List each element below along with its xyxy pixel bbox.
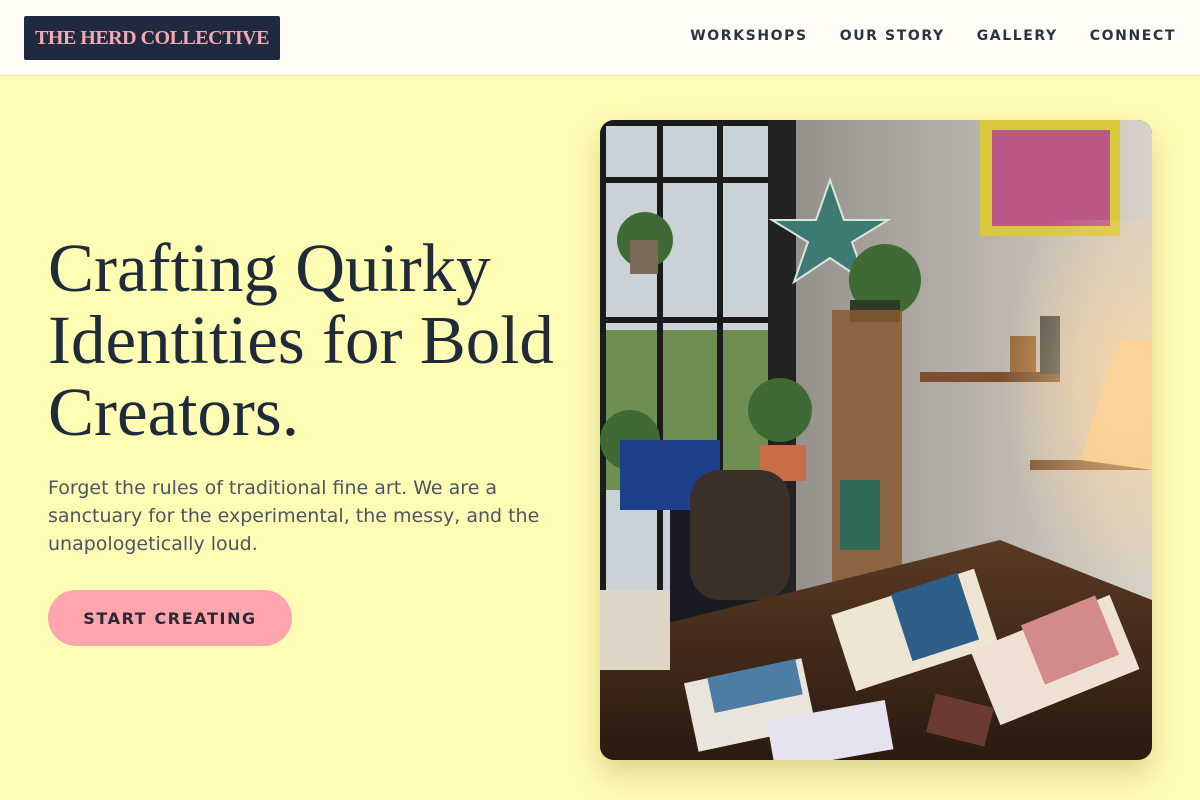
nav-link-connect[interactable]: CONNECT (1090, 28, 1176, 44)
nav-link-our-story[interactable]: OUR STORY (840, 28, 945, 44)
hero-heading: Crafting Quirky Identities for Bold Crea… (48, 230, 554, 450)
nav-link-workshops[interactable]: WORKSHOPS (690, 28, 807, 44)
studio-photo (600, 120, 1152, 760)
brand-logo[interactable]: THE HERD COLLECTIVE (24, 16, 280, 60)
hero-subtitle: Forget the rules of traditional fine art… (48, 477, 540, 555)
main-menu: WORKSHOPS OUR STORY GALLERY CONNECT (690, 0, 1176, 72)
studio-photo-illustration (600, 120, 1152, 760)
top-nav: THE HERD COLLECTIVE WORKSHOPS OUR STORY … (0, 0, 1200, 76)
start-creating-button[interactable]: START CREATING (48, 590, 292, 646)
nav-link-gallery[interactable]: GALLERY (977, 28, 1058, 44)
